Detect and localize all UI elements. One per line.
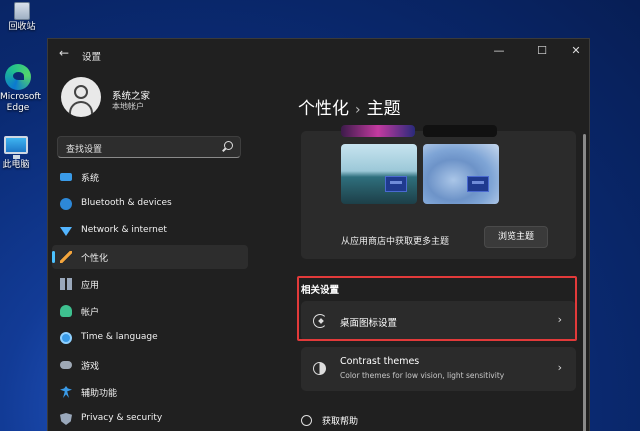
contrast-themes-title: Contrast themes	[340, 356, 420, 367]
breadcrumb: 个性化 › 主题	[298, 94, 401, 119]
sidebar-item-label: 系统	[81, 174, 100, 184]
personalization-icon	[60, 251, 72, 263]
desktop-icon-label: 此电脑	[2, 160, 30, 170]
sidebar-item-label: Time & language	[81, 332, 158, 342]
profile-account-type: 本地帐户	[112, 102, 144, 111]
sidebar-item-bluetooth[interactable]: Bluetooth & devices	[52, 192, 248, 216]
sidebar-item-label: 辅助功能	[81, 389, 118, 399]
contrast-icon	[313, 362, 326, 375]
search-icon[interactable]	[224, 141, 233, 150]
browse-themes-button[interactable]: 浏览主题	[484, 226, 548, 248]
avatar[interactable]	[61, 77, 101, 117]
sidebar-item-label: 应用	[81, 281, 100, 291]
system-icon	[60, 173, 72, 181]
profile-name: 系统之家	[112, 91, 151, 102]
desktop-icon-label: Microsoft Edge	[0, 92, 41, 113]
scrollbar[interactable]	[583, 134, 586, 431]
search-input[interactable]: 查找设置	[57, 136, 241, 158]
settings-window: ← 设置 — ☐ ✕ 系统之家 本地帐户 查找设置 系统 Bluetooth &…	[47, 38, 590, 431]
theme-preview-window	[467, 176, 489, 192]
bluetooth-icon	[60, 198, 72, 210]
window-title: 设置	[82, 52, 102, 63]
active-indicator	[52, 251, 55, 263]
sidebar-item-label: Network & internet	[81, 225, 167, 235]
themes-panel: 从应用商店中获取更多主题 浏览主题	[301, 125, 576, 259]
title-bar[interactable]: ← 设置 — ☐ ✕	[48, 39, 589, 69]
desktop-icon-settings-label: 桌面图标设置	[340, 318, 398, 329]
user-icon	[74, 85, 88, 99]
accessibility-icon	[60, 386, 72, 398]
desktop-icon-label: 回收站	[8, 22, 36, 32]
minimize-button[interactable]: —	[489, 44, 509, 57]
sidebar-item-apps[interactable]: 应用	[52, 272, 248, 296]
contrast-themes-card[interactable]: Contrast themes Color themes for low vis…	[301, 347, 576, 391]
theme-thumbnail-bloom[interactable]	[423, 144, 499, 204]
privacy-security-icon	[60, 413, 72, 425]
network-icon	[60, 227, 72, 236]
related-settings-heading: 相关设置	[301, 285, 340, 296]
sidebar-item-system[interactable]: 系统	[52, 165, 248, 189]
breadcrumb-parent[interactable]: 个性化	[298, 99, 349, 119]
recycle-bin-icon	[14, 2, 30, 20]
help-icon	[301, 415, 312, 426]
apps-icon	[60, 278, 72, 290]
sidebar-item-accessibility[interactable]: 辅助功能	[52, 380, 248, 404]
sidebar-item-time-language[interactable]: Time & language	[52, 326, 248, 350]
contrast-themes-description: Color themes for low vision, light sensi…	[340, 371, 505, 380]
chevron-right-icon: ›	[557, 361, 562, 374]
chevron-right-icon: ›	[557, 313, 562, 326]
theme-preview-window	[385, 176, 407, 192]
sidebar-item-personalization[interactable]: 个性化	[52, 245, 248, 269]
desktop-icon-recycle-bin[interactable]: 回收站	[0, 2, 44, 33]
search-placeholder: 查找设置	[66, 145, 103, 155]
sidebar-item-label: Privacy & security	[81, 413, 163, 423]
time-language-icon	[60, 332, 72, 344]
sidebar-item-label: 游戏	[81, 362, 100, 372]
theme-thumbnail-glow[interactable]	[341, 144, 417, 204]
sidebar-item-label: 帐户	[81, 308, 100, 318]
desktop-icon-settings-icon	[313, 314, 327, 328]
page-title: 主题	[366, 99, 401, 119]
sidebar-item-gaming[interactable]: 游戏	[52, 353, 248, 377]
maximize-button[interactable]: ☐	[532, 44, 552, 57]
get-help-label: 获取帮助	[322, 417, 359, 427]
sidebar-item-accounts[interactable]: 帐户	[52, 299, 248, 323]
desktop-icon-settings-card[interactable]: 桌面图标设置 ›	[301, 301, 576, 341]
store-themes-label: 从应用商店中获取更多主题	[341, 237, 450, 247]
accounts-icon	[60, 305, 72, 317]
edge-icon	[5, 64, 31, 90]
theme-thumbnail[interactable]	[423, 125, 497, 137]
sidebar-item-network[interactable]: Network & internet	[52, 219, 248, 243]
desktop-icon-this-pc[interactable]: 此电脑	[0, 136, 38, 171]
gaming-icon	[60, 361, 72, 369]
sidebar-item-privacy-security[interactable]: Privacy & security	[52, 407, 248, 431]
close-button[interactable]: ✕	[566, 44, 586, 57]
back-button[interactable]: ←	[56, 46, 72, 60]
sidebar-item-label: Bluetooth & devices	[81, 198, 172, 208]
sidebar-item-label: 个性化	[81, 254, 109, 264]
theme-thumbnail[interactable]	[341, 125, 415, 137]
this-pc-icon	[4, 136, 28, 159]
desktop-icon-edge[interactable]: Microsoft Edge	[0, 64, 41, 114]
breadcrumb-separator: ›	[355, 102, 361, 118]
get-help-link[interactable]: 获取帮助	[301, 414, 358, 427]
